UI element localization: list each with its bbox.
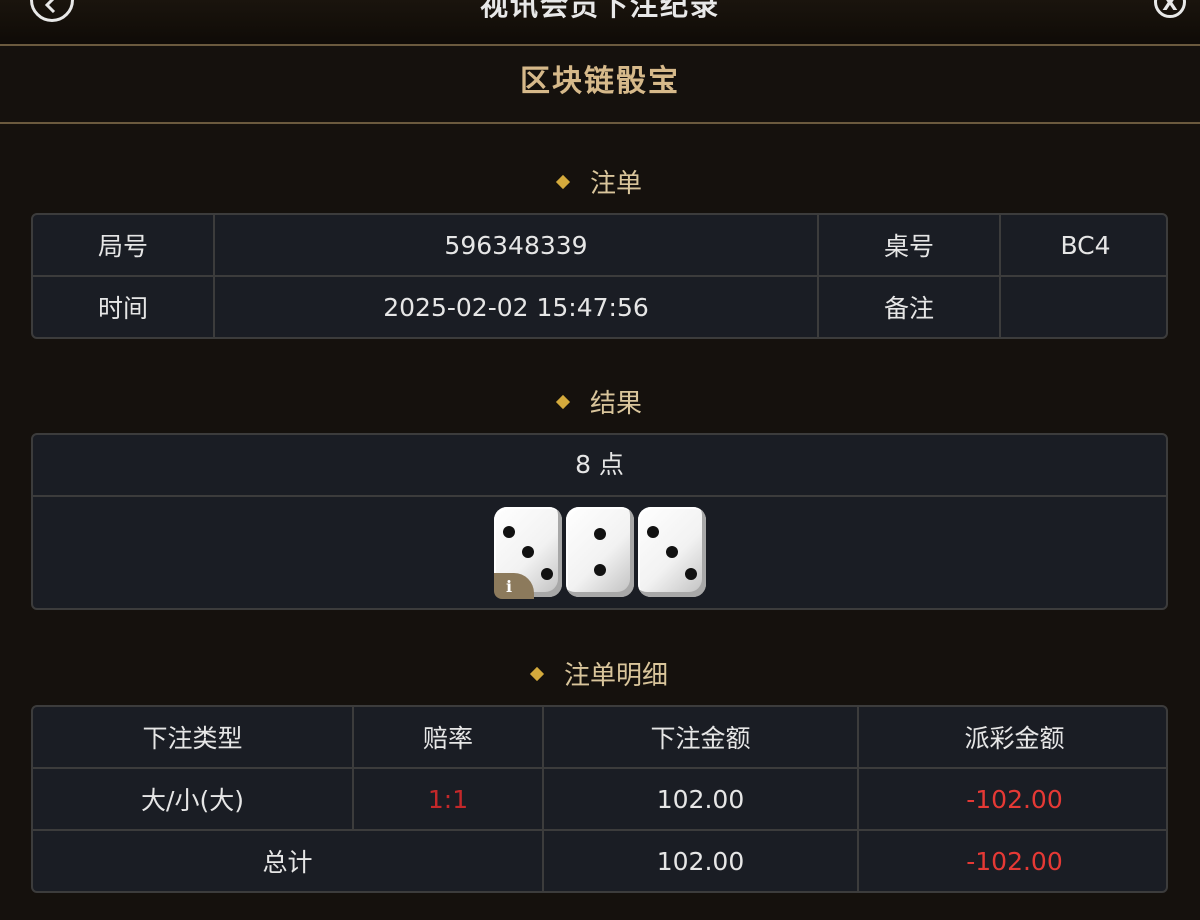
result-section-title: 结果 <box>589 389 642 419</box>
column-header-payout: 派彩金额 <box>857 707 1166 769</box>
diamond-icon <box>555 394 571 410</box>
table-row: 大/小(大) 1:1 102.00 -102.00 <box>33 767 1166 831</box>
bet-odds: 1:1 <box>352 767 544 831</box>
bet-info-table: 局号 596348339 桌号 BC4 时间 2025-02-02 15:47:… <box>31 213 1168 339</box>
bet-section-heading: 注单 <box>0 163 1200 200</box>
table-header-row: 下注类型 赔率 下注金额 派彩金额 <box>33 707 1166 769</box>
result-total: 8 点 <box>33 435 1166 497</box>
round-label: 局号 <box>33 215 215 277</box>
dice-row: i <box>33 497 1166 608</box>
note-value <box>999 275 1166 337</box>
die-face-3 <box>638 507 706 597</box>
die-pip <box>646 526 659 539</box>
time-label: 时间 <box>33 275 215 337</box>
bet-section-title: 注单 <box>589 169 642 199</box>
close-icon: X <box>1162 0 1178 15</box>
die-pip <box>594 564 606 576</box>
bet-detail-table: 下注类型 赔率 下注金额 派彩金额 大/小(大) 1:1 102.00 -102… <box>31 705 1168 893</box>
round-value: 596348339 <box>213 215 819 277</box>
die-pip <box>522 546 534 558</box>
total-row: 总计 102.00 -102.00 <box>33 829 1166 891</box>
result-panel: 8 点 i <box>31 433 1168 610</box>
total-payout: -102.00 <box>857 829 1166 891</box>
column-header-type: 下注类型 <box>33 707 354 769</box>
diamond-icon <box>529 666 545 682</box>
page-title: 视讯会员下注纪录 <box>479 0 720 22</box>
bet-type: 大/小(大) <box>33 767 354 831</box>
top-bar: 视讯会员下注纪录 X <box>0 0 1200 46</box>
note-label: 备注 <box>817 275 1001 337</box>
die-pip <box>685 567 698 580</box>
diamond-icon <box>555 174 571 190</box>
table-row: 时间 2025-02-02 15:47:56 备注 <box>33 275 1166 337</box>
bet-amount: 102.00 <box>542 767 859 831</box>
die-face-3: i <box>494 507 562 599</box>
table-label: 桌号 <box>817 215 1001 277</box>
bet-payout: -102.00 <box>857 767 1166 831</box>
die-face-2 <box>566 507 634 597</box>
result-section-heading: 结果 <box>0 383 1200 420</box>
total-amount: 102.00 <box>542 829 859 891</box>
game-title: 区块链骰宝 <box>0 46 1200 124</box>
detail-section-heading: 注单明细 <box>0 655 1200 692</box>
die-pip <box>666 546 678 558</box>
column-header-odds: 赔率 <box>352 707 544 769</box>
die-pip <box>541 567 554 580</box>
die-pip <box>502 526 515 539</box>
info-icon[interactable]: i <box>494 573 534 599</box>
column-header-amount: 下注金额 <box>542 707 859 769</box>
total-label: 总计 <box>33 829 544 891</box>
detail-section-title: 注单明细 <box>563 661 668 691</box>
time-value: 2025-02-02 15:47:56 <box>213 275 819 337</box>
table-row: 局号 596348339 桌号 BC4 <box>33 215 1166 277</box>
die-pip <box>594 528 606 540</box>
table-value: BC4 <box>999 215 1166 277</box>
